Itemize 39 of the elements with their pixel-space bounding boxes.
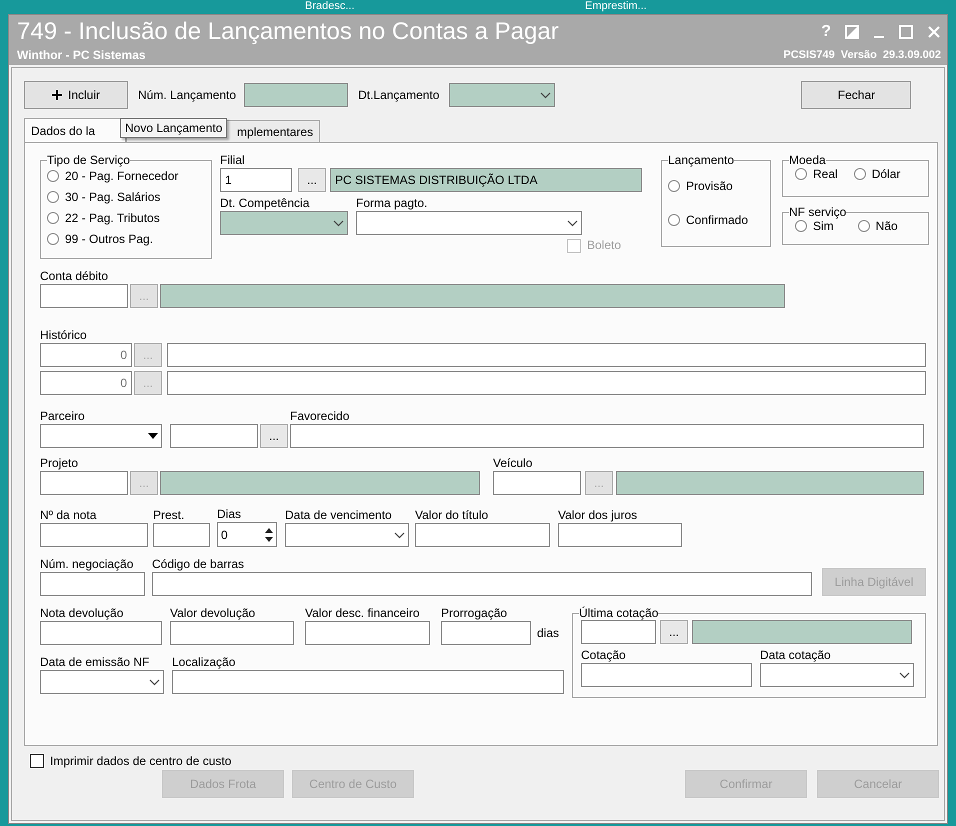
field-label: Veículo [493, 456, 534, 471]
routine-code: PCSIS749 [783, 48, 835, 63]
field-label: Data de vencimento [285, 508, 393, 523]
tooltip: Novo Lançamento [120, 118, 228, 138]
field-label: Filial [220, 153, 246, 168]
field-label: Valor devolução [170, 606, 256, 621]
field-label: Data cotação [760, 648, 832, 663]
group-title: Tipo de Serviço [47, 153, 130, 167]
field-label: Projeto [40, 456, 80, 471]
unit-label: dias [537, 626, 560, 641]
field-label: Prorrogação [441, 606, 508, 621]
field-label: Valor do título [415, 508, 490, 523]
field-label: Valor dos juros [558, 508, 638, 523]
field-label: Núm. Lançamento [138, 88, 236, 102]
field-label: Cotação [581, 648, 627, 663]
field-label: Valor desc. financeiro [305, 606, 421, 621]
window-title: 749 - Inclusão de Lançamentos no Contas a Pagar [17, 17, 559, 47]
field-label: Histórico [40, 328, 88, 343]
field-label: Parceiro [40, 409, 86, 424]
field-label: Dt.Lançamento [358, 88, 440, 102]
field-label: Dias [217, 507, 242, 522]
field-label: Favorecido [290, 409, 350, 424]
group-title: Última cotação [579, 606, 658, 620]
field-label: Código de barras [152, 557, 246, 572]
group-title: NF serviço [789, 205, 846, 219]
field-label: Data de emissão NF [40, 655, 150, 670]
group-title: Moeda [789, 153, 826, 167]
field-label: Nota devolução [40, 606, 124, 621]
field-label: Dt. Competência [220, 196, 310, 211]
field-label: Forma pagto. [356, 196, 428, 211]
version-label: Versão [840, 48, 877, 63]
group-title: Lançamento [668, 153, 734, 167]
window-subtitle: Winthor - PC Sistemas [17, 47, 147, 63]
field-label: Nº da nota [40, 508, 98, 523]
field-label: Prest. [153, 508, 186, 523]
field-label: Localização [172, 655, 236, 670]
field-label: Núm. negociação [40, 557, 134, 572]
field-label: Conta débito [40, 269, 110, 284]
version-number: 29.3.09.002 [882, 48, 941, 63]
